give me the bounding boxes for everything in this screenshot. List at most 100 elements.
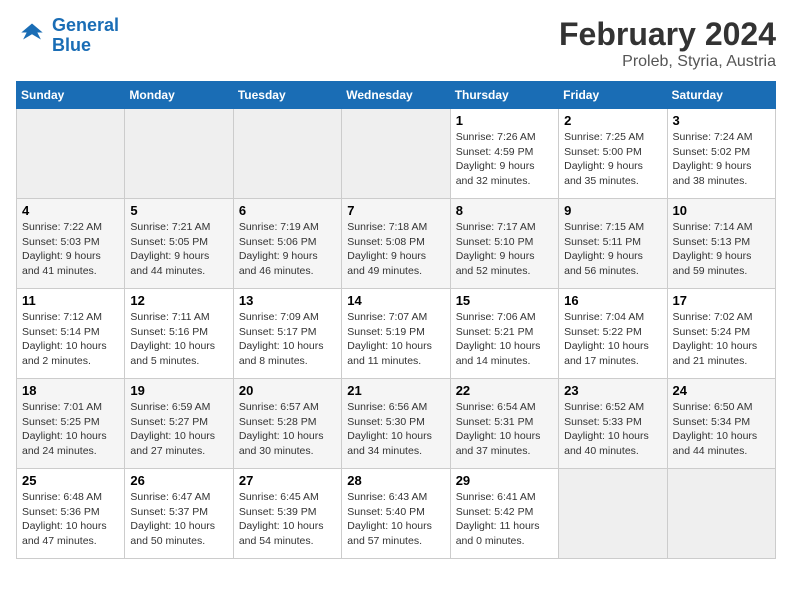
calendar-cell: 26 Sunrise: 6:47 AM Sunset: 5:37 PM Dayli…: [125, 469, 233, 559]
day-info: Sunrise: 7:06 AM Sunset: 5:21 PM Dayligh…: [456, 310, 553, 369]
day-info: Sunrise: 7:24 AM Sunset: 5:02 PM Dayligh…: [673, 130, 770, 189]
day-info: Sunrise: 6:50 AM Sunset: 5:34 PM Dayligh…: [673, 400, 770, 459]
day-number: 11: [22, 293, 119, 308]
day-number: 6: [239, 203, 336, 218]
day-number: 20: [239, 383, 336, 398]
calendar-cell: 13Sunrise: 7:09 AM Sunset: 5:17 PM Dayli…: [233, 289, 341, 379]
day-info: Sunrise: 7:04 AM Sunset: 5:22 PM Dayligh…: [564, 310, 661, 369]
weekday-wednesday: Wednesday: [342, 82, 450, 109]
day-info: Sunrise: 6:43 AM Sunset: 5:40 PM Dayligh…: [347, 490, 444, 549]
day-number: 7: [347, 203, 444, 218]
day-number: 24: [673, 383, 770, 398]
day-info: Sunrise: 6:48 AM Sunset: 5:36 PM Dayligh…: [22, 490, 119, 549]
day-info: Sunrise: 7:14 AM Sunset: 5:13 PM Dayligh…: [673, 220, 770, 279]
day-info: Sunrise: 7:02 AM Sunset: 5:24 PM Dayligh…: [673, 310, 770, 369]
calendar-cell: 2 Sunrise: 7:25 AM Sunset: 5:00 PM Daylig…: [559, 109, 667, 199]
day-number: 2: [564, 113, 661, 128]
day-number: 23: [564, 383, 661, 398]
day-number: 3: [673, 113, 770, 128]
logo: General Blue: [16, 16, 119, 56]
title-block: February 2024 Proleb, Styria, Austria: [559, 16, 776, 71]
day-number: 22: [456, 383, 553, 398]
day-info: Sunrise: 7:15 AM Sunset: 5:11 PM Dayligh…: [564, 220, 661, 279]
day-number: 27: [239, 473, 336, 488]
day-info: Sunrise: 7:19 AM Sunset: 5:06 PM Dayligh…: [239, 220, 336, 279]
day-number: 9: [564, 203, 661, 218]
page-header: General Blue February 2024 Proleb, Styri…: [16, 16, 776, 71]
weekday-friday: Friday: [559, 82, 667, 109]
week-row-1: 1 Sunrise: 7:26 AM Sunset: 4:59 PM Daylig…: [17, 109, 776, 199]
day-info: Sunrise: 7:17 AM Sunset: 5:10 PM Dayligh…: [456, 220, 553, 279]
calendar-cell: 15 Sunrise: 7:06 AM Sunset: 5:21 PM Dayli…: [450, 289, 558, 379]
day-number: 21: [347, 383, 444, 398]
logo-icon: [16, 20, 48, 52]
day-info: Sunrise: 7:12 AM Sunset: 5:14 PM Dayligh…: [22, 310, 119, 369]
day-info: Sunrise: 7:22 AM Sunset: 5:03 PM Dayligh…: [22, 220, 119, 279]
day-number: 16: [564, 293, 661, 308]
day-info: Sunrise: 7:21 AM Sunset: 5:05 PM Dayligh…: [130, 220, 227, 279]
day-info: Sunrise: 6:54 AM Sunset: 5:31 PM Dayligh…: [456, 400, 553, 459]
calendar-cell: 18 Sunrise: 7:01 AM Sunset: 5:25 PM Dayli…: [17, 379, 125, 469]
calendar-cell: 7Sunrise: 7:18 AM Sunset: 5:08 PM Daylig…: [342, 199, 450, 289]
calendar-cell: 27 Sunrise: 6:45 AM Sunset: 5:39 PM Dayli…: [233, 469, 341, 559]
calendar-cell: 28 Sunrise: 6:43 AM Sunset: 5:40 PM Dayli…: [342, 469, 450, 559]
day-info: Sunrise: 6:57 AM Sunset: 5:28 PM Dayligh…: [239, 400, 336, 459]
day-number: 26: [130, 473, 227, 488]
day-number: 1: [456, 113, 553, 128]
day-info: Sunrise: 6:47 AM Sunset: 5:37 PM Dayligh…: [130, 490, 227, 549]
day-number: 12: [130, 293, 227, 308]
day-number: 5: [130, 203, 227, 218]
day-number: 28: [347, 473, 444, 488]
calendar-cell: 23 Sunrise: 6:52 AM Sunset: 5:33 PM Dayli…: [559, 379, 667, 469]
weekday-sunday: Sunday: [17, 82, 125, 109]
week-row-5: 25 Sunrise: 6:48 AM Sunset: 5:36 PM Dayli…: [17, 469, 776, 559]
calendar-cell: 9 Sunrise: 7:15 AM Sunset: 5:11 PM Daylig…: [559, 199, 667, 289]
day-info: Sunrise: 7:11 AM Sunset: 5:16 PM Dayligh…: [130, 310, 227, 369]
calendar-cell: 21 Sunrise: 6:56 AM Sunset: 5:30 PM Dayli…: [342, 379, 450, 469]
calendar-cell: 10Sunrise: 7:14 AM Sunset: 5:13 PM Dayli…: [667, 199, 775, 289]
calendar-cell: 24 Sunrise: 6:50 AM Sunset: 5:34 PM Dayli…: [667, 379, 775, 469]
calendar-cell: 20 Sunrise: 6:57 AM Sunset: 5:28 PM Dayli…: [233, 379, 341, 469]
logo-blue: Blue: [52, 35, 91, 55]
day-number: 17: [673, 293, 770, 308]
week-row-3: 11 Sunrise: 7:12 AM Sunset: 5:14 PM Dayli…: [17, 289, 776, 379]
calendar-cell: 5 Sunrise: 7:21 AM Sunset: 5:05 PM Daylig…: [125, 199, 233, 289]
calendar-cell: [667, 469, 775, 559]
day-info: Sunrise: 7:26 AM Sunset: 4:59 PM Dayligh…: [456, 130, 553, 189]
day-info: Sunrise: 7:09 AM Sunset: 5:17 PM Dayligh…: [239, 310, 336, 369]
calendar-cell: [17, 109, 125, 199]
logo-general: General: [52, 15, 119, 35]
weekday-tuesday: Tuesday: [233, 82, 341, 109]
calendar-cell: 22 Sunrise: 6:54 AM Sunset: 5:31 PM Dayli…: [450, 379, 558, 469]
day-info: Sunrise: 6:56 AM Sunset: 5:30 PM Dayligh…: [347, 400, 444, 459]
calendar-cell: 11 Sunrise: 7:12 AM Sunset: 5:14 PM Dayli…: [17, 289, 125, 379]
calendar-cell: [125, 109, 233, 199]
day-info: Sunrise: 6:52 AM Sunset: 5:33 PM Dayligh…: [564, 400, 661, 459]
calendar-cell: [559, 469, 667, 559]
calendar-cell: 8Sunrise: 7:17 AM Sunset: 5:10 PM Daylig…: [450, 199, 558, 289]
calendar-cell: 14Sunrise: 7:07 AM Sunset: 5:19 PM Dayli…: [342, 289, 450, 379]
day-number: 25: [22, 473, 119, 488]
weekday-thursday: Thursday: [450, 82, 558, 109]
calendar-cell: 4 Sunrise: 7:22 AM Sunset: 5:03 PM Daylig…: [17, 199, 125, 289]
day-number: 14: [347, 293, 444, 308]
day-info: Sunrise: 6:41 AM Sunset: 5:42 PM Dayligh…: [456, 490, 553, 549]
calendar-cell: 19Sunrise: 6:59 AM Sunset: 5:27 PM Dayli…: [125, 379, 233, 469]
day-info: Sunrise: 7:25 AM Sunset: 5:00 PM Dayligh…: [564, 130, 661, 189]
day-number: 4: [22, 203, 119, 218]
day-number: 18: [22, 383, 119, 398]
weekday-header-row: SundayMondayTuesdayWednesdayThursdayFrid…: [17, 82, 776, 109]
calendar-cell: 29Sunrise: 6:41 AM Sunset: 5:42 PM Dayli…: [450, 469, 558, 559]
day-info: Sunrise: 6:45 AM Sunset: 5:39 PM Dayligh…: [239, 490, 336, 549]
logo-text: General Blue: [52, 16, 119, 56]
week-row-4: 18 Sunrise: 7:01 AM Sunset: 5:25 PM Dayli…: [17, 379, 776, 469]
day-info: Sunrise: 7:01 AM Sunset: 5:25 PM Dayligh…: [22, 400, 119, 459]
main-title: February 2024: [559, 16, 776, 53]
subtitle: Proleb, Styria, Austria: [559, 53, 776, 71]
calendar-cell: 3 Sunrise: 7:24 AM Sunset: 5:02 PM Daylig…: [667, 109, 775, 199]
day-number: 19: [130, 383, 227, 398]
week-row-2: 4 Sunrise: 7:22 AM Sunset: 5:03 PM Daylig…: [17, 199, 776, 289]
day-number: 15: [456, 293, 553, 308]
calendar-cell: 12 Sunrise: 7:11 AM Sunset: 5:16 PM Dayli…: [125, 289, 233, 379]
calendar-cell: [233, 109, 341, 199]
